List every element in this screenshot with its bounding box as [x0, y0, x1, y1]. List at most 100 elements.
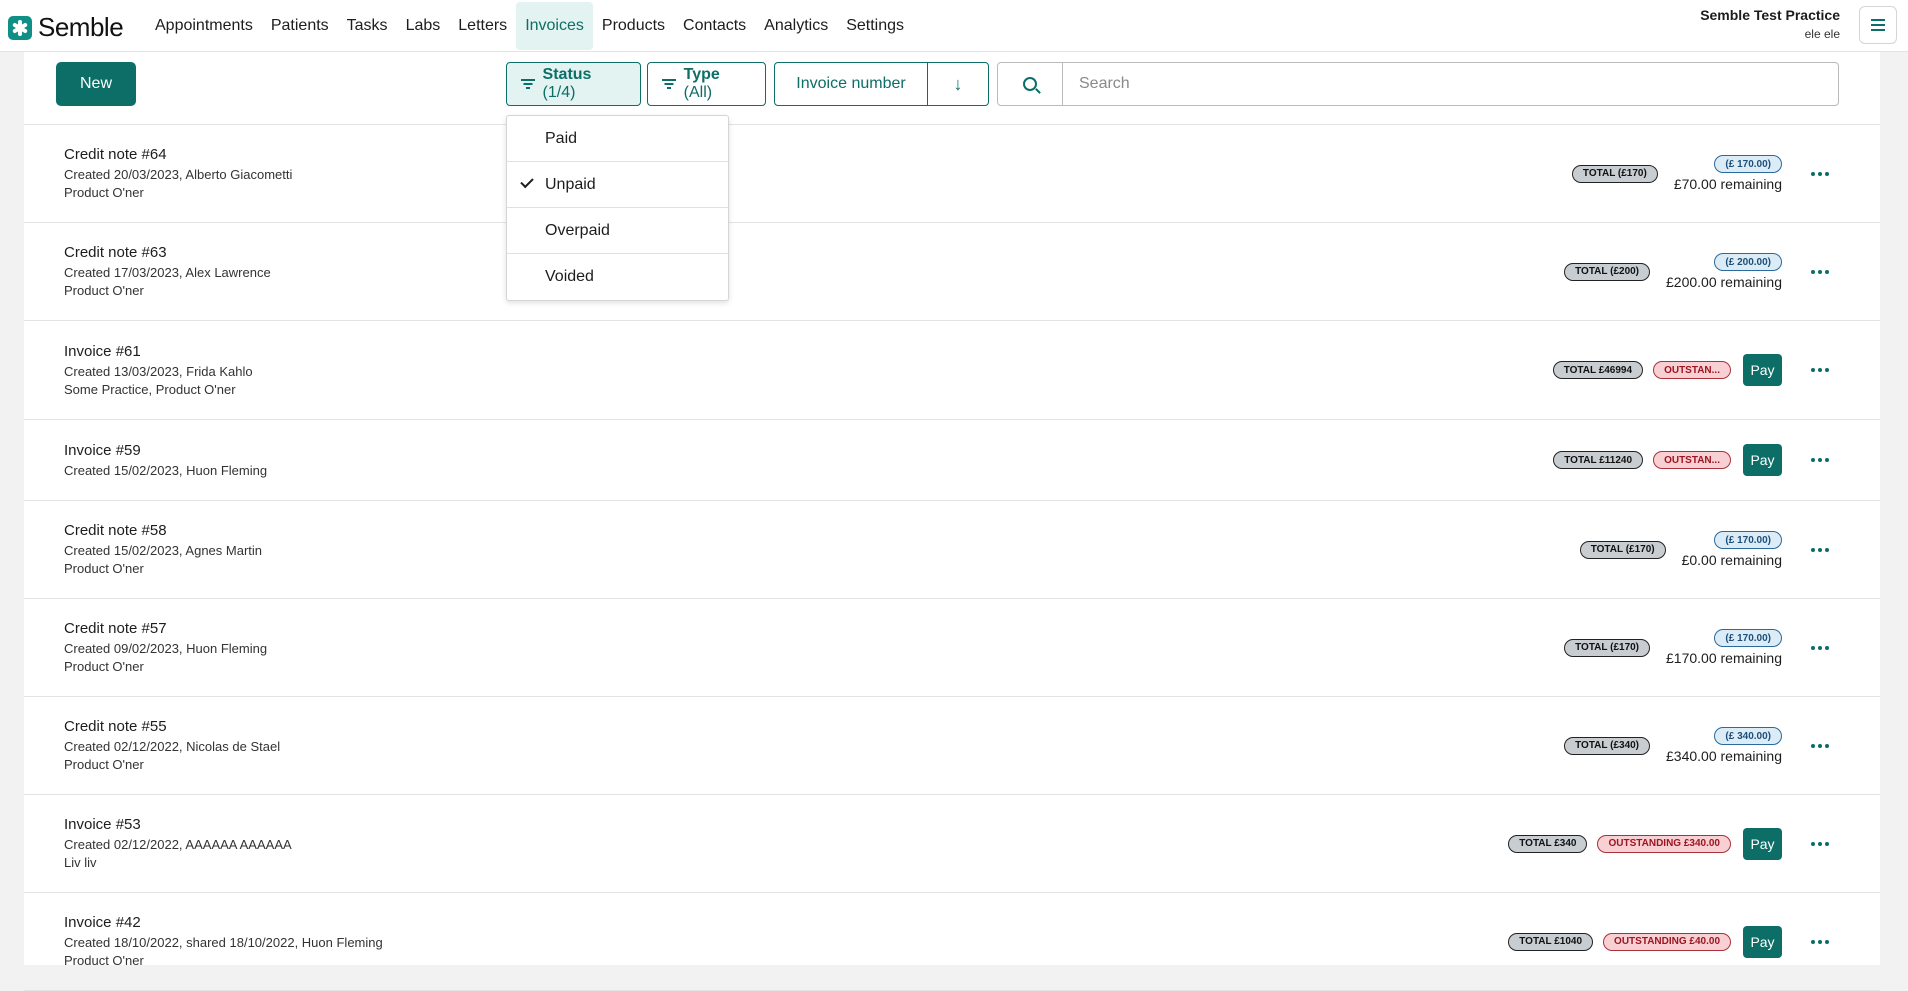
- table-row[interactable]: Invoice #61 Created 13/03/2023, Frida Kah…: [24, 321, 1880, 420]
- status-filter-button[interactable]: Status (1/4): [506, 62, 641, 106]
- total-badge: TOTAL (£170): [1564, 638, 1651, 657]
- table-row[interactable]: Invoice #42 Created 18/10/2022, shared 18…: [24, 893, 1880, 991]
- row-title[interactable]: Credit note #55: [64, 718, 167, 735]
- hamburger-icon: [1871, 19, 1885, 31]
- status-filter-dropdown: Paid Unpaid Overpaid Voided: [506, 115, 729, 301]
- nav-item-tasks[interactable]: Tasks: [338, 2, 397, 50]
- row-created: Created 15/02/2023, Agnes Martin: [64, 543, 263, 558]
- more-horizontal-icon[interactable]: [1796, 730, 1844, 762]
- status-option-overpaid[interactable]: Overpaid: [507, 208, 728, 254]
- remaining-amount: £340.00 remaining: [1666, 748, 1782, 764]
- row-title[interactable]: Invoice #59: [64, 442, 141, 459]
- credit-amount-badge: (£ 340.00): [1714, 727, 1782, 745]
- table-row[interactable]: Credit note #58 Created 15/02/2023, Agnes…: [24, 501, 1880, 599]
- type-filter-button[interactable]: Type (All): [647, 62, 766, 106]
- row-detail: Product O'ner: [64, 185, 144, 200]
- status-filter-label: Status: [542, 66, 592, 83]
- row-created: Created 15/02/2023, Huon Fleming: [64, 463, 268, 478]
- status-option-paid[interactable]: Paid: [507, 116, 728, 162]
- app-logo[interactable]: Semble: [8, 12, 124, 43]
- total-badge: TOTAL (£170): [1579, 540, 1666, 559]
- pay-button[interactable]: Pay: [1743, 444, 1782, 476]
- row-actions: TOTAL £1040 OUTSTANDING £40.00 Pay: [1508, 893, 1880, 990]
- status-filter-count: (1/4): [542, 84, 576, 101]
- row-title[interactable]: Invoice #53: [64, 816, 141, 833]
- table-row[interactable]: Credit note #64 Created 20/03/2023, Alber…: [24, 125, 1880, 223]
- table-row[interactable]: Credit note #57 Created 09/02/2023, Huon …: [24, 599, 1880, 697]
- table-row[interactable]: Credit note #55 Created 02/12/2022, Nicol…: [24, 697, 1880, 795]
- remaining-amount: £0.00 remaining: [1681, 552, 1782, 568]
- more-horizontal-icon[interactable]: [1796, 444, 1844, 476]
- table-row[interactable]: Credit note #63 Created 17/03/2023, Alex …: [24, 223, 1880, 321]
- row-title[interactable]: Credit note #57: [64, 620, 167, 637]
- credit-summary: (£ 200.00) £200.00 remaining: [1666, 253, 1782, 290]
- more-horizontal-icon[interactable]: [1796, 828, 1844, 860]
- more-horizontal-icon[interactable]: [1796, 534, 1844, 566]
- table-row[interactable]: Invoice #59 Created 15/02/2023, Huon Flem…: [24, 420, 1880, 501]
- remaining-amount: £70.00 remaining: [1673, 176, 1782, 192]
- invoice-list: Credit note #64 Created 20/03/2023, Alber…: [24, 125, 1880, 991]
- status-option-label: Overpaid: [545, 221, 610, 239]
- sort-field-button[interactable]: Invoice number: [775, 63, 928, 105]
- row-title[interactable]: Invoice #42: [64, 914, 141, 931]
- search-input[interactable]: [1063, 63, 1838, 105]
- filter-icon: [520, 78, 535, 90]
- row-created: Created 09/02/2023, Huon Fleming: [64, 641, 268, 656]
- more-horizontal-icon[interactable]: [1796, 632, 1844, 664]
- remaining-amount: £170.00 remaining: [1666, 650, 1782, 666]
- nav-item-labs[interactable]: Labs: [397, 2, 450, 50]
- row-title[interactable]: Invoice #61: [64, 343, 141, 360]
- nav-item-settings[interactable]: Settings: [837, 2, 913, 50]
- practice-info[interactable]: Semble Test Practice ele ele: [1700, 7, 1840, 41]
- row-actions: TOTAL (£170) (£ 170.00) £0.00 remaining: [1579, 501, 1880, 598]
- invoices-toolbar: New Status (1/4) Type (All) Invoice numb…: [24, 52, 1880, 125]
- main-nav: Appointments Patients Tasks Labs Letters Invo…: [146, 0, 913, 52]
- check-icon: [520, 174, 534, 189]
- nav-item-appointments[interactable]: Appointments: [146, 2, 262, 50]
- row-actions: TOTAL (£170) (£ 170.00) £70.00 remaining: [1571, 125, 1880, 222]
- total-badge: TOTAL (£200): [1564, 262, 1651, 281]
- row-title[interactable]: Credit note #64: [64, 146, 167, 163]
- invoices-panel: New Status (1/4) Type (All) Invoice numb…: [24, 52, 1880, 991]
- nav-item-analytics[interactable]: Analytics: [755, 2, 837, 50]
- credit-amount-badge: (£ 170.00): [1714, 629, 1782, 647]
- sort-control: Invoice number ↓: [774, 62, 989, 106]
- arrow-down-icon[interactable]: ↓: [928, 63, 988, 105]
- credit-amount-badge: (£ 200.00): [1714, 253, 1782, 271]
- nav-item-products[interactable]: Products: [593, 2, 674, 50]
- nav-item-contacts[interactable]: Contacts: [674, 2, 755, 50]
- status-option-label: Paid: [545, 129, 578, 147]
- status-option-voided[interactable]: Voided: [507, 254, 728, 300]
- more-horizontal-icon[interactable]: [1796, 256, 1844, 288]
- type-filter-value: (All): [683, 84, 713, 101]
- current-user: ele ele: [1804, 27, 1840, 41]
- row-created: Created 02/12/2022, AAAAAA AAAAAA: [64, 837, 292, 852]
- semble-logo-icon: [8, 15, 32, 40]
- row-created: Created 13/03/2023, Frida Kahlo: [64, 364, 253, 379]
- search-box: [997, 62, 1839, 106]
- nav-item-letters[interactable]: Letters: [449, 2, 516, 50]
- total-badge: TOTAL £340: [1508, 834, 1588, 853]
- status-option-label: Unpaid: [545, 175, 596, 193]
- pay-button[interactable]: Pay: [1743, 925, 1782, 958]
- pay-button[interactable]: Pay: [1743, 827, 1782, 860]
- credit-summary: (£ 170.00) £170.00 remaining: [1666, 629, 1782, 666]
- more-horizontal-icon[interactable]: [1796, 354, 1844, 386]
- main-menu-button[interactable]: [1859, 6, 1897, 44]
- status-badge: OUTSTANDING £40.00: [1603, 932, 1731, 951]
- table-row[interactable]: Invoice #53 Created 02/12/2022, AAAAAA AA…: [24, 795, 1880, 893]
- row-title[interactable]: Credit note #63: [64, 244, 167, 261]
- credit-summary: (£ 170.00) £70.00 remaining: [1674, 155, 1782, 192]
- status-option-unpaid[interactable]: Unpaid: [507, 162, 728, 208]
- more-horizontal-icon[interactable]: [1796, 926, 1844, 958]
- row-title[interactable]: Credit note #58: [64, 522, 167, 539]
- row-actions: TOTAL £46994 OUTSTAN... Pay: [1552, 321, 1880, 419]
- nav-item-invoices[interactable]: Invoices: [516, 2, 593, 50]
- nav-item-patients[interactable]: Patients: [262, 2, 338, 50]
- search-button[interactable]: [998, 63, 1063, 105]
- pay-button[interactable]: Pay: [1743, 354, 1782, 386]
- more-horizontal-icon[interactable]: [1796, 158, 1844, 190]
- row-detail: Product O'ner: [64, 283, 144, 298]
- new-button[interactable]: New: [56, 62, 136, 106]
- row-detail: Product O'ner: [64, 757, 144, 772]
